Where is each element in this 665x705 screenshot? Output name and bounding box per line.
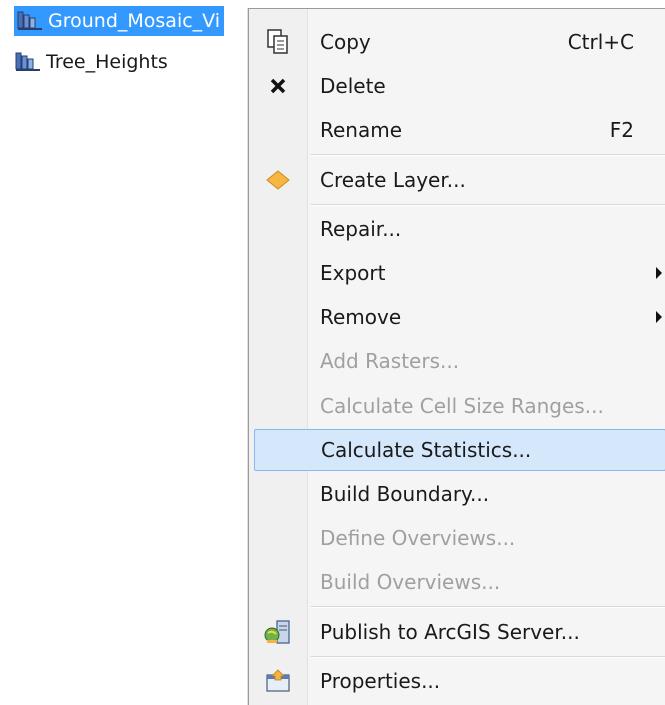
menu-item-label: Repair...	[320, 217, 402, 241]
menu-item-label: Define Overviews...	[320, 526, 516, 550]
submenu-arrow-icon	[656, 311, 662, 323]
publish-server-icon	[261, 616, 295, 648]
menu-separator	[311, 154, 665, 156]
menu-item-label: Calculate Statistics...	[321, 438, 532, 462]
menu-item-repair[interactable]: Repair...	[253, 208, 665, 250]
context-menu: Copy Ctrl+C Delete Rename F2 Create Laye…	[248, 8, 665, 705]
mosaic-dataset-icon	[17, 11, 42, 30]
menu-item-calc-cell-size-ranges: Calculate Cell Size Ranges...	[253, 385, 665, 427]
menu-item-export[interactable]: Export	[253, 252, 665, 294]
menu-item-copy[interactable]: Copy Ctrl+C	[253, 21, 665, 63]
menu-item-label: Properties...	[320, 669, 441, 693]
menu-item-create-layer[interactable]: Create Layer...	[253, 159, 665, 201]
menu-separator	[311, 656, 665, 658]
menu-item-label: Rename	[320, 118, 403, 142]
menu-item-add-rasters: Add Rasters...	[253, 340, 665, 382]
copy-icon	[261, 26, 295, 58]
menu-separator	[311, 606, 665, 608]
properties-icon	[261, 665, 295, 697]
tree-item-ground-mosaic[interactable]: Ground_Mosaic_Vi	[14, 6, 225, 36]
menu-item-calc-statistics[interactable]: Calculate Statistics...	[254, 429, 665, 471]
tree-item-label: Ground_Mosaic_Vi	[48, 10, 221, 32]
menu-item-build-overviews: Build Overviews...	[253, 561, 665, 603]
menu-item-label: Copy	[320, 30, 371, 54]
menu-item-label: Delete	[320, 74, 386, 98]
layer-diamond-icon	[261, 164, 295, 196]
menu-item-label: Remove	[320, 305, 402, 329]
menu-item-shortcut: F2	[609, 118, 634, 142]
menu-item-remove[interactable]: Remove	[253, 296, 665, 338]
menu-item-label: Build Boundary...	[320, 482, 490, 506]
menu-item-label: Export	[320, 261, 386, 285]
menu-item-label: Add Rasters...	[320, 349, 460, 373]
submenu-arrow-icon	[656, 267, 662, 279]
menu-item-build-boundary[interactable]: Build Boundary...	[253, 473, 665, 515]
menu-item-publish-arcgis-server[interactable]: Publish to ArcGIS Server...	[253, 611, 665, 653]
menu-item-label: Publish to ArcGIS Server...	[320, 620, 580, 644]
menu-separator	[311, 204, 665, 206]
menu-item-label: Build Overviews...	[320, 570, 501, 594]
mosaic-dataset-icon	[15, 52, 40, 71]
tree-item-tree-heights[interactable]: Tree_Heights	[14, 47, 168, 77]
delete-x-icon	[261, 70, 295, 102]
menu-item-rename[interactable]: Rename F2	[253, 109, 665, 151]
menu-item-delete[interactable]: Delete	[253, 65, 665, 107]
menu-item-properties[interactable]: Properties...	[253, 660, 665, 702]
menu-item-label: Create Layer...	[320, 168, 466, 192]
menu-item-label: Calculate Cell Size Ranges...	[320, 394, 604, 418]
tree-item-label: Tree_Heights	[46, 51, 168, 73]
menu-item-shortcut: Ctrl+C	[567, 30, 634, 54]
menu-item-define-overviews: Define Overviews...	[253, 517, 665, 559]
